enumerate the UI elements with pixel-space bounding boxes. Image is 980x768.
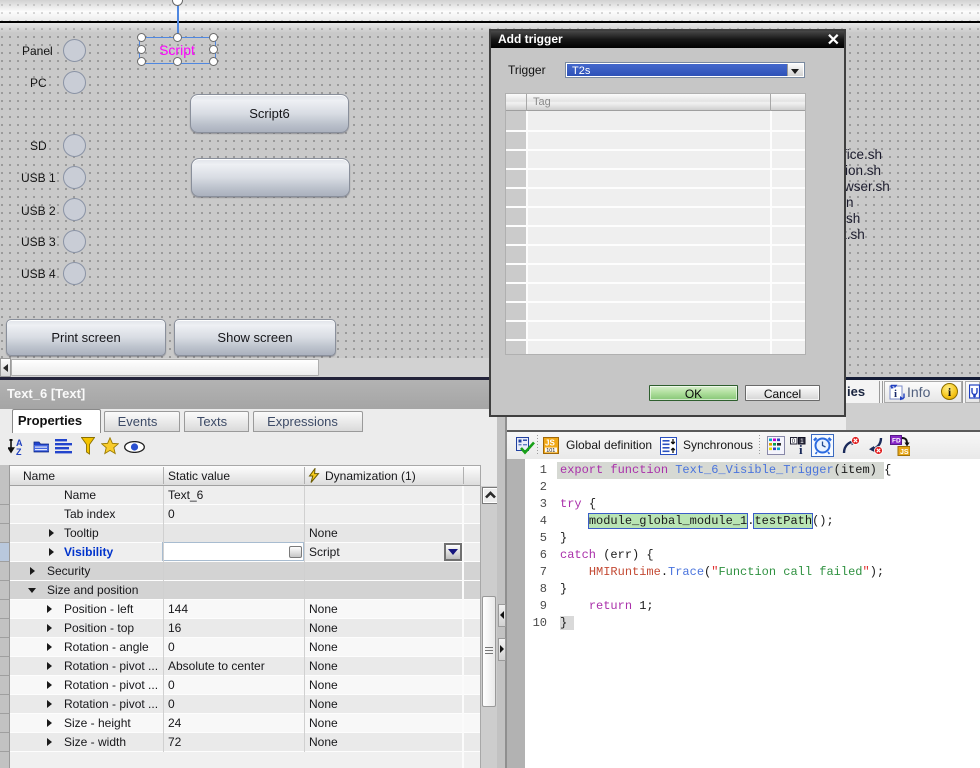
svg-text:JS: JS — [545, 439, 555, 448]
svg-text:JS: JS — [900, 449, 909, 456]
svg-text:i: i — [799, 442, 803, 455]
svg-text:101: 101 — [546, 448, 555, 454]
svg-text:Z: Z — [16, 447, 22, 456]
svg-text:FD: FD — [892, 438, 901, 445]
svg-text:i: i — [894, 388, 897, 400]
